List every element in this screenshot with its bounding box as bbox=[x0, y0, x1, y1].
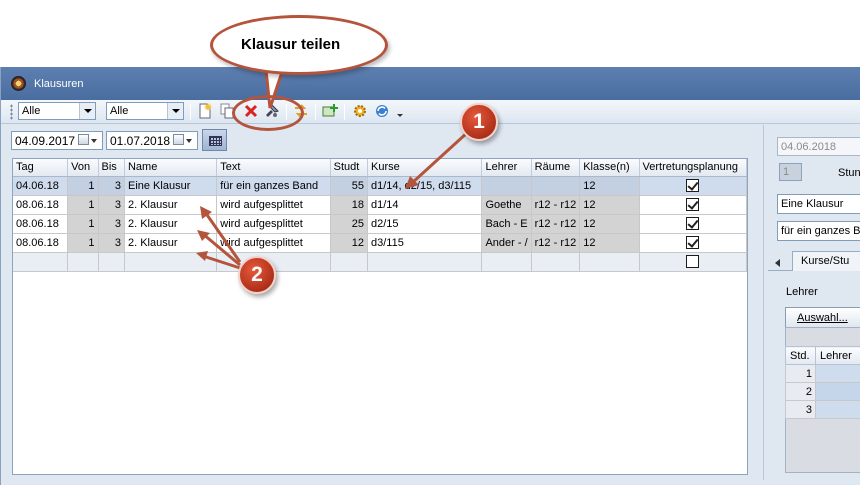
screen: Klausuren Alle Alle 04.09.2017 01.07.201… bbox=[0, 0, 860, 485]
callout-text: Klausur teilen bbox=[241, 36, 341, 53]
arrow-to-kurse bbox=[410, 130, 470, 185]
arrow-row-2 bbox=[202, 232, 241, 267]
annotation-layer bbox=[196, 68, 470, 270]
highlight-ring bbox=[232, 95, 304, 131]
arrow-row-3-head bbox=[196, 251, 208, 261]
step-badge-1: 1 bbox=[460, 103, 498, 141]
step-badge-2: 2 bbox=[238, 256, 276, 294]
arrow-row-1 bbox=[203, 211, 242, 263]
